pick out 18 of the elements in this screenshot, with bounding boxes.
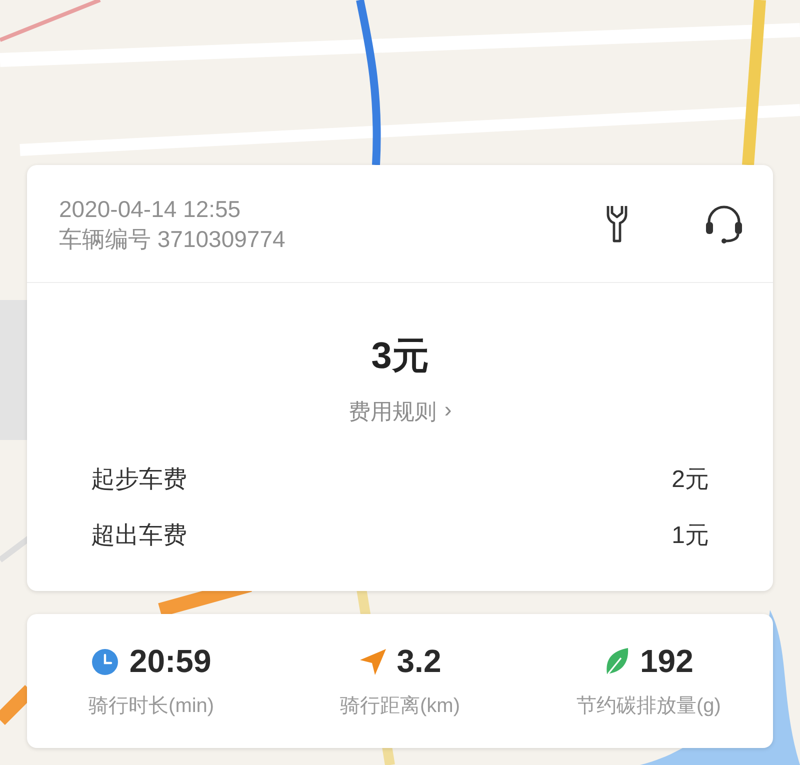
stat-value: 3.2: [396, 643, 442, 680]
stat-value: 20:59: [129, 643, 212, 680]
fare-total: 3元: [371, 334, 429, 378]
fare-item-amount: 1元: [672, 521, 709, 551]
fare-item-label: 超出车费: [91, 521, 187, 551]
stat-label: 骑行时长(min): [88, 694, 214, 719]
vehicle-number: 车辆编号 3710309774: [59, 224, 286, 252]
fare-item-amount: 2元: [672, 465, 709, 495]
leaf-icon: [604, 646, 630, 676]
stat-value: 192: [640, 643, 694, 680]
stat-label: 骑行距离(km): [340, 694, 460, 719]
navigation-arrow-icon: [358, 648, 387, 676]
trip-datetime: 2020-04-14 12:55: [59, 194, 242, 222]
headset-icon[interactable]: [705, 204, 743, 244]
clock-icon: [91, 648, 120, 676]
fee-rules-link[interactable]: 费用规则 ›: [348, 397, 452, 427]
stat-label: 节约碳排放量(g): [576, 694, 721, 719]
fare-item-label: 起步车费: [91, 465, 187, 495]
